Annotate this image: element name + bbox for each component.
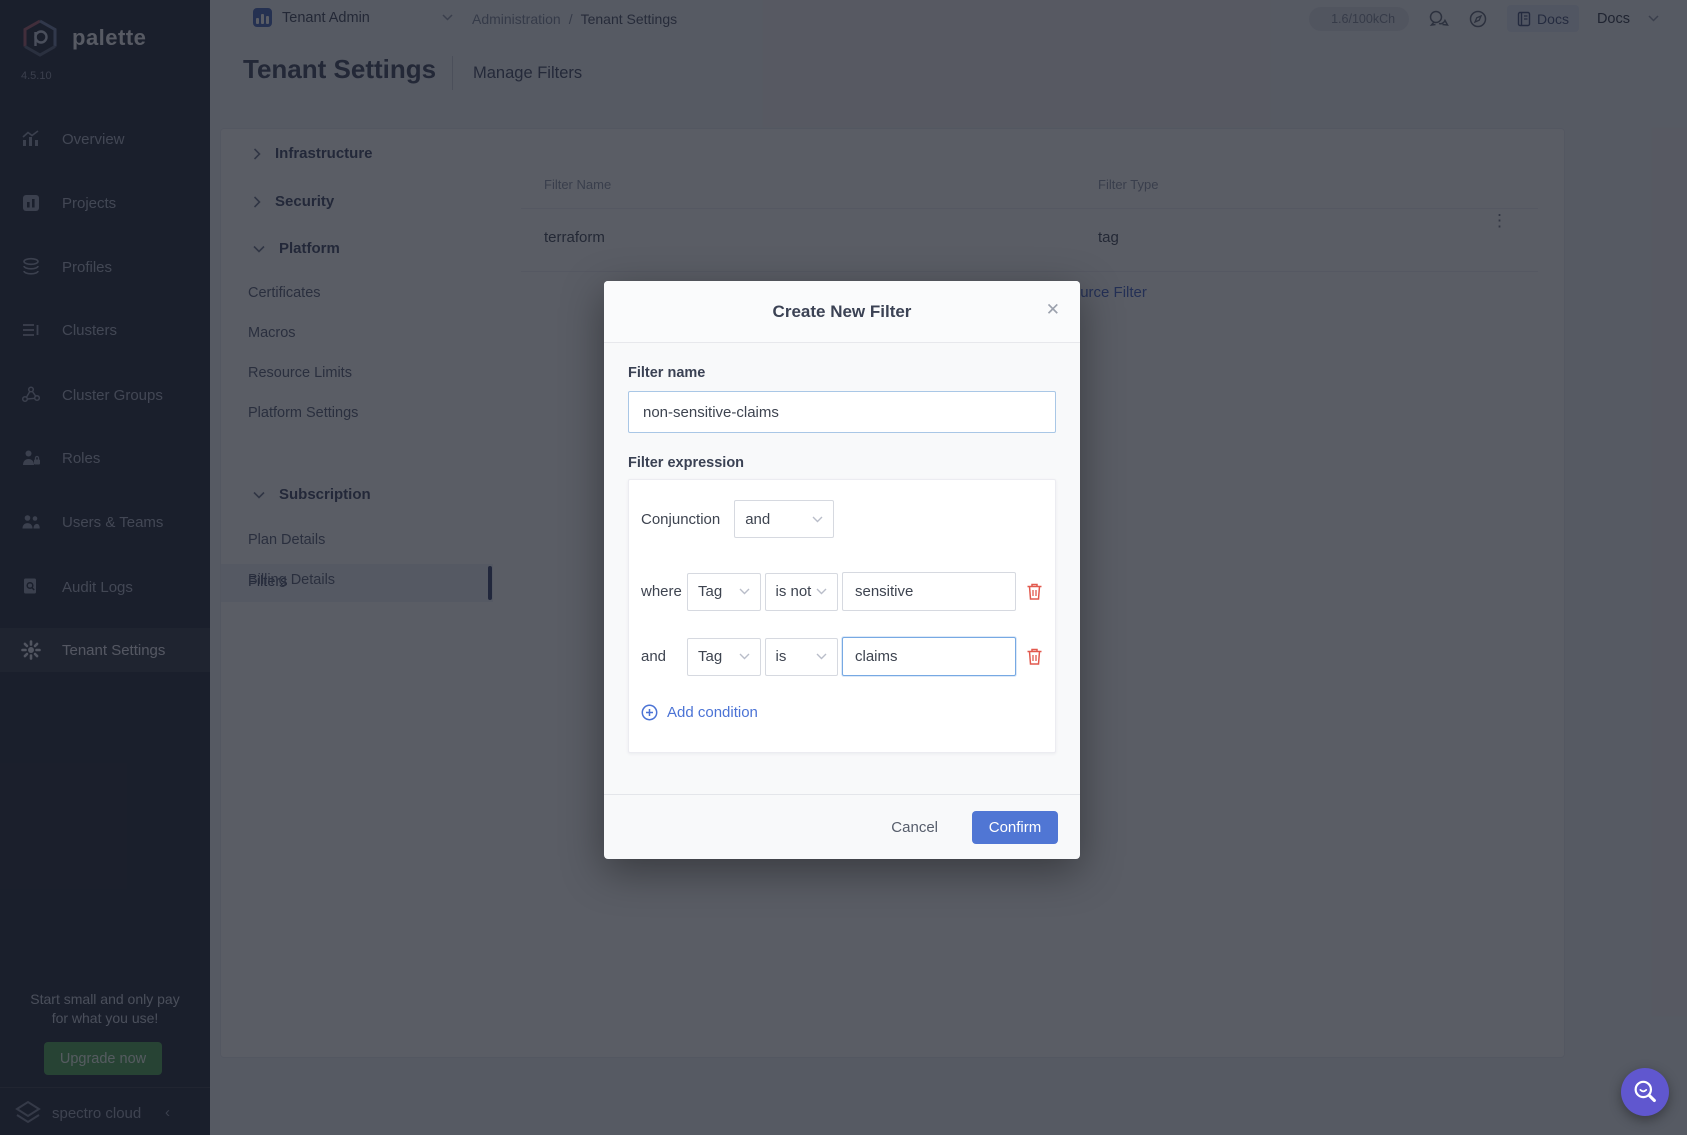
search-fab-button[interactable] (1621, 1068, 1669, 1116)
modal-title: Create New Filter (773, 302, 912, 322)
conjunction-value: and (745, 511, 770, 528)
field-value: Tag (698, 648, 722, 665)
add-condition-link[interactable]: Add condition (641, 704, 1043, 721)
condition-operator-select[interactable]: is not (765, 573, 839, 611)
plus-circle-icon (641, 704, 658, 721)
conjunction-select[interactable]: and (734, 500, 834, 538)
chevron-down-icon (812, 516, 823, 523)
condition-prefix: where (641, 583, 687, 600)
filter-expression-panel: Conjunction and where Tag is not (628, 479, 1056, 753)
modal-header: Create New Filter ✕ (604, 281, 1080, 343)
application-window: palette 4.5.10 Overview Projects Profile… (0, 0, 1687, 1135)
conjunction-label: Conjunction (641, 511, 720, 528)
condition-prefix: and (641, 648, 687, 665)
condition-value-input[interactable] (842, 572, 1016, 611)
create-new-filter-modal: Create New Filter ✕ Filter name Filter e… (604, 281, 1080, 859)
conjunction-row: Conjunction and (641, 500, 1043, 538)
condition-field-select[interactable]: Tag (687, 573, 761, 611)
filter-name-label: Filter name (628, 365, 1056, 381)
condition-row: where Tag is not (641, 572, 1043, 611)
add-condition-label: Add condition (667, 704, 758, 721)
chevron-down-icon (816, 653, 827, 660)
chevron-down-icon (816, 588, 827, 595)
modal-footer: Cancel Confirm (604, 794, 1080, 859)
condition-value-input-focused[interactable] (842, 637, 1016, 676)
modal-body: Filter name Filter expression Conjunctio… (604, 343, 1080, 753)
cancel-button[interactable]: Cancel (885, 818, 944, 837)
operator-value: is (776, 648, 787, 665)
field-value: Tag (698, 583, 722, 600)
filter-name-input[interactable] (628, 391, 1056, 433)
chevron-down-icon (739, 588, 750, 595)
filter-expression-label: Filter expression (628, 455, 1056, 471)
search-smile-icon (1628, 1075, 1662, 1109)
delete-condition-trash-icon[interactable] (1026, 582, 1043, 601)
close-icon[interactable]: ✕ (1046, 301, 1060, 318)
condition-row: and Tag is (641, 637, 1043, 676)
chevron-down-icon (739, 653, 750, 660)
condition-operator-select[interactable]: is (765, 638, 839, 676)
operator-value: is not (776, 583, 812, 600)
delete-condition-trash-icon[interactable] (1026, 647, 1043, 666)
condition-field-select[interactable]: Tag (687, 638, 761, 676)
confirm-button[interactable]: Confirm (972, 811, 1058, 844)
